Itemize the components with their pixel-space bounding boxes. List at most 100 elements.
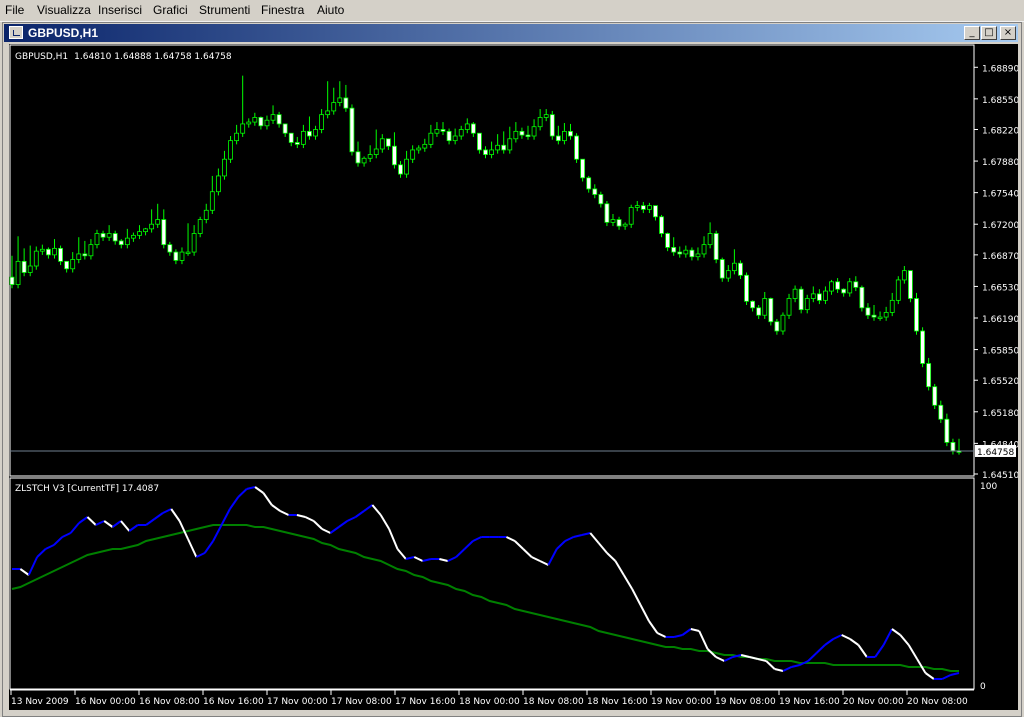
candle-bear xyxy=(871,314,877,318)
zlstch-segment-up xyxy=(78,516,89,524)
candle-bull xyxy=(215,175,221,193)
zlstch-segment-down xyxy=(614,560,625,576)
current-price-line: 1.64758 xyxy=(10,444,1016,458)
zlstch-segment-up xyxy=(422,558,432,562)
menu-finestra[interactable]: Finestra xyxy=(261,3,304,17)
zlstch-segment-up xyxy=(153,512,164,520)
candle-bull xyxy=(762,298,768,316)
zlstch-segment-down xyxy=(589,532,600,544)
menu-aiuto[interactable]: Aiuto xyxy=(317,3,344,17)
zlstch-segment-up xyxy=(346,516,357,522)
candle-bull xyxy=(731,262,737,272)
candle-bull xyxy=(33,250,39,267)
candle-bull xyxy=(373,148,379,155)
zlstch-segment-down xyxy=(841,634,851,640)
price-tick-label: 1.66870 xyxy=(982,252,1018,262)
candle-bull xyxy=(543,114,549,118)
candle-bull xyxy=(847,281,853,294)
candle-bear xyxy=(853,281,859,288)
zlstch-segment-up xyxy=(882,628,893,646)
zlstch-segment-up xyxy=(405,556,415,560)
zlstch-segment-down xyxy=(924,672,935,680)
candle-bull xyxy=(252,117,258,123)
zlstch-segment-up xyxy=(338,520,348,528)
candle-bull xyxy=(149,223,155,230)
menu-strumenti[interactable]: Strumenti xyxy=(199,3,250,17)
time-tick-label: 20 Nov 00:00 xyxy=(843,697,904,707)
menu-grafici[interactable]: Grafici xyxy=(153,3,188,17)
time-tick-label: 18 Nov 08:00 xyxy=(523,697,584,707)
candle-bull xyxy=(155,219,161,225)
candle-bull xyxy=(228,140,233,160)
candle-bear xyxy=(756,307,762,316)
candle-bull xyxy=(143,228,148,233)
time-tick-label: 17 Nov 00:00 xyxy=(267,697,328,707)
candle-bull xyxy=(810,293,816,299)
menu-file[interactable]: File xyxy=(5,3,24,17)
menu-inserisci[interactable]: Inserisci xyxy=(98,3,142,17)
zlstch-segment-up xyxy=(472,536,482,542)
candle-bull xyxy=(264,119,270,127)
candle-bear xyxy=(9,276,15,285)
candle-bull xyxy=(634,205,640,208)
candle-bear xyxy=(713,233,719,260)
zlstch-segment-up xyxy=(229,496,240,510)
zlstch-segment-up xyxy=(27,556,39,576)
zlstch-segment-up xyxy=(824,638,834,646)
zlstch-segment-down xyxy=(86,516,97,526)
candle-bear xyxy=(640,205,646,210)
candle-bull xyxy=(434,129,440,134)
candle-bear xyxy=(580,158,586,179)
price-tick-label: 1.64510 xyxy=(982,471,1018,481)
candle-bull xyxy=(683,249,689,255)
price-tick-label: 1.65850 xyxy=(982,347,1018,357)
close-button[interactable]: × xyxy=(1000,26,1016,40)
menu-visualizza[interactable]: Visualizza xyxy=(37,3,91,17)
candle-bear xyxy=(744,274,749,302)
candle-bull xyxy=(331,102,337,112)
candle-bear xyxy=(719,259,725,279)
price-tick-label: 1.65180 xyxy=(982,409,1018,419)
time-tick-label: 13 Nov 2009 xyxy=(11,697,69,707)
zlstch-segment-up xyxy=(162,508,172,514)
candle-bull xyxy=(823,290,828,301)
chart-window-titlebar[interactable]: GBPUSD,H1 _ □ × xyxy=(4,24,1018,42)
candle-bear xyxy=(483,149,488,155)
candle-bull xyxy=(124,237,130,246)
candle-bull xyxy=(452,135,458,142)
restore-button[interactable]: □ xyxy=(981,26,997,40)
zlstch-segment-up xyxy=(69,522,80,534)
chart-area[interactable]: 1.68890 1.68550 1.68220 1.67880 1.67540 1.672… xyxy=(9,44,1019,710)
candle-bull xyxy=(531,126,537,137)
candle-bear xyxy=(392,145,397,166)
candle-bull xyxy=(337,97,343,103)
candle-bull xyxy=(70,259,76,270)
candle-bull xyxy=(883,312,889,318)
zlstch-segment-down xyxy=(690,628,700,632)
zlstch-segment-up xyxy=(36,548,47,558)
price-y-axis: 1.68890 1.68550 1.68220 1.67880 1.67540 1.672… xyxy=(974,64,1019,481)
candle-bull xyxy=(895,279,901,301)
candle-bear xyxy=(920,330,925,364)
minimize-button[interactable]: _ xyxy=(964,26,980,40)
zlstch-segment-down xyxy=(539,560,549,566)
candle-bull xyxy=(300,130,306,145)
zlstch-segment-down xyxy=(313,520,323,530)
zlstch-segment-down xyxy=(371,504,382,516)
zlstch-segment-down xyxy=(857,644,868,658)
candle-bull xyxy=(15,260,21,285)
candle-bull xyxy=(804,298,810,311)
candle-bear xyxy=(677,251,683,255)
candle-bull xyxy=(379,138,385,150)
candle-bear xyxy=(58,247,63,262)
ohlc-label: 1.64810 1.64888 1.64758 1.64758 xyxy=(74,52,232,62)
zlstch-segment-up xyxy=(673,634,683,638)
candle-bull xyxy=(185,251,191,254)
candle-bear xyxy=(385,138,391,147)
time-tick-label: 17 Nov 16:00 xyxy=(395,697,456,707)
zlstch-segment-down xyxy=(597,542,608,554)
zlstch-segment-up xyxy=(941,674,952,680)
zlstch-segment-down xyxy=(606,552,617,562)
candle-bear xyxy=(859,286,865,309)
candle-bear xyxy=(294,142,300,145)
